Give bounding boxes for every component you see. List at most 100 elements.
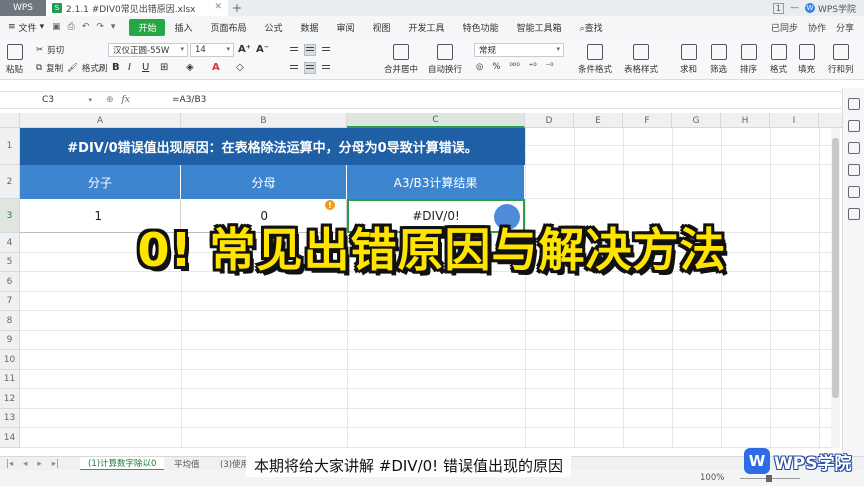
fill-button[interactable]: 填充 <box>798 44 815 75</box>
column-header-d[interactable]: D <box>525 113 574 128</box>
number-format-select[interactable]: 常规 ▾ <box>474 43 564 57</box>
tab-start[interactable]: 开始 <box>129 18 166 36</box>
tab-insert[interactable]: 插入 <box>165 21 201 34</box>
vertical-scrollbar[interactable] <box>831 128 840 448</box>
font-name-select[interactable]: 汉仪正圆-55W ▾ <box>108 43 188 57</box>
print-icon[interactable]: ⎙ <box>68 22 75 32</box>
decimal-decrease-icon[interactable]: ⁻⁰ <box>546 62 554 72</box>
file-menu[interactable]: ≡ 文件 ▾ <box>0 21 52 34</box>
collaborate-button[interactable]: 协作 <box>808 21 826 34</box>
tab-review[interactable]: 审阅 <box>328 21 364 34</box>
align-middle-icon[interactable] <box>304 44 316 56</box>
row-header-1[interactable]: 1 <box>0 128 20 165</box>
row-header-11[interactable]: 11 <box>0 370 20 389</box>
underline-icon[interactable]: U <box>142 62 149 73</box>
minimize-icon[interactable]: — <box>790 3 799 13</box>
fill-color-icon[interactable]: ◈ <box>186 62 194 73</box>
row-header-3[interactable]: 3 <box>0 199 20 233</box>
file-tab[interactable]: S 2.1.1 #DIV0常见出错原因.xlsx ✕ <box>46 0 228 16</box>
font-color-icon[interactable]: A <box>212 62 220 73</box>
column-header-a[interactable]: A <box>20 113 181 128</box>
row-header-13[interactable]: 13 <box>0 409 20 428</box>
percent-icon[interactable]: % <box>492 62 500 72</box>
zoom-level[interactable]: 100% <box>700 473 724 483</box>
column-header-c[interactable]: C <box>347 113 525 128</box>
thousands-icon[interactable]: ⁰⁰⁰ <box>510 62 520 72</box>
row-header-9[interactable]: 9 <box>0 331 20 350</box>
align-bottom-icon[interactable] <box>320 44 332 56</box>
tab-formulas[interactable]: 公式 <box>255 21 291 34</box>
last-sheet-icon[interactable]: ▸| <box>52 459 59 469</box>
wps-home-tab[interactable]: WPS <box>0 0 46 16</box>
row-header-12[interactable]: 12 <box>0 389 20 409</box>
column-header-g[interactable]: G <box>672 113 721 128</box>
cell-c2-header[interactable]: A3/B3计算结果 <box>347 165 525 199</box>
row-header-5[interactable]: 5 <box>0 253 20 272</box>
first-sheet-icon[interactable]: |◂ <box>6 459 13 469</box>
paste-button[interactable]: 粘贴 <box>6 44 23 75</box>
clear-icon[interactable]: ◇ <box>236 62 244 73</box>
conditional-format-button[interactable]: 条件格式 <box>578 44 612 75</box>
next-sheet-icon[interactable]: ▸ <box>37 459 41 469</box>
side-panel-icon[interactable] <box>847 120 860 132</box>
share-button[interactable]: 分享 <box>836 21 854 34</box>
side-panel-icon[interactable] <box>847 186 860 198</box>
formula-input[interactable]: =A3/B3 <box>166 95 206 105</box>
row-header-2[interactable]: 2 <box>0 165 20 199</box>
tab-view[interactable]: 视图 <box>364 21 400 34</box>
bold-icon[interactable]: B <box>112 62 120 73</box>
prev-sheet-icon[interactable]: ◂ <box>23 459 27 469</box>
save-icon[interactable]: ▣ <box>52 22 61 32</box>
tab-features[interactable]: 特色功能 <box>454 21 508 34</box>
tab-data[interactable]: 数据 <box>292 21 328 34</box>
filter-button[interactable]: 筛选 <box>710 44 727 75</box>
column-header-b[interactable]: B <box>181 113 347 128</box>
tab-toolbox[interactable]: 智能工具箱 <box>508 21 571 34</box>
row-column-button[interactable]: 行和列 <box>828 44 854 75</box>
row-header-14[interactable]: 14 <box>0 428 20 448</box>
undo-icon[interactable]: ↶ <box>82 22 90 32</box>
close-tab-icon[interactable]: ✕ <box>214 2 222 12</box>
side-panel-icon[interactable] <box>847 208 860 220</box>
cell-b2-header[interactable]: 分母 <box>181 165 347 199</box>
more-icon[interactable]: ▾ <box>111 22 116 32</box>
row-header-7[interactable]: 7 <box>0 292 20 311</box>
sheet-tab-2[interactable]: 平均值 <box>166 457 208 471</box>
column-header-f[interactable]: F <box>623 113 672 128</box>
redo-icon[interactable]: ↷ <box>96 22 104 32</box>
fx-icon[interactable]: fx <box>122 95 130 105</box>
tab-developer[interactable]: 开发工具 <box>400 21 454 34</box>
scrollbar-thumb[interactable] <box>832 138 839 398</box>
column-header-h[interactable]: H <box>721 113 770 128</box>
align-center-icon[interactable] <box>304 62 316 74</box>
column-header-i[interactable]: I <box>770 113 819 128</box>
italic-icon[interactable]: I <box>128 62 131 73</box>
zoom-icon[interactable]: ⊕ <box>106 95 114 105</box>
sum-button[interactable]: 求和 <box>680 44 697 75</box>
row-header-6[interactable]: 6 <box>0 272 20 292</box>
warning-icon[interactable]: ! <box>325 200 335 210</box>
search-button[interactable]: ⌕查找 <box>571 21 612 34</box>
select-all-corner[interactable] <box>0 113 20 128</box>
account-button[interactable]: W WPS学院 <box>804 2 856 15</box>
merge-center-button[interactable]: 合并居中 <box>384 44 418 75</box>
side-panel-icon[interactable] <box>847 98 860 110</box>
increase-font-icon[interactable]: A⁺ <box>238 44 251 55</box>
currency-icon[interactable]: ◎ <box>476 62 483 72</box>
row-header-10[interactable]: 10 <box>0 350 20 370</box>
synced-status[interactable]: 已同步 <box>771 21 798 34</box>
align-right-icon[interactable] <box>320 62 332 74</box>
align-top-icon[interactable] <box>288 44 300 56</box>
zoom-slider-knob[interactable] <box>766 475 772 482</box>
cell-a1-title[interactable]: #DIV/0错误值出现原因：在表格除法运算中，分母为0导致计算错误。 <box>20 128 525 165</box>
column-header-e[interactable]: E <box>574 113 623 128</box>
border-icon[interactable]: ⊞ <box>160 62 168 73</box>
side-panel-icon[interactable] <box>847 142 860 154</box>
font-size-select[interactable]: 14 ▾ <box>190 43 234 57</box>
tab-page-layout[interactable]: 页面布局 <box>201 21 255 34</box>
name-box[interactable]: C3 ▾ <box>0 92 96 108</box>
copy-button[interactable]: ⧉ 复制 🖌 格式刷 <box>36 62 107 74</box>
table-style-button[interactable]: 表格样式 <box>624 44 658 75</box>
cut-button[interactable]: ✂ 剪切 <box>36 44 64 56</box>
side-panel-icon[interactable] <box>847 164 860 176</box>
